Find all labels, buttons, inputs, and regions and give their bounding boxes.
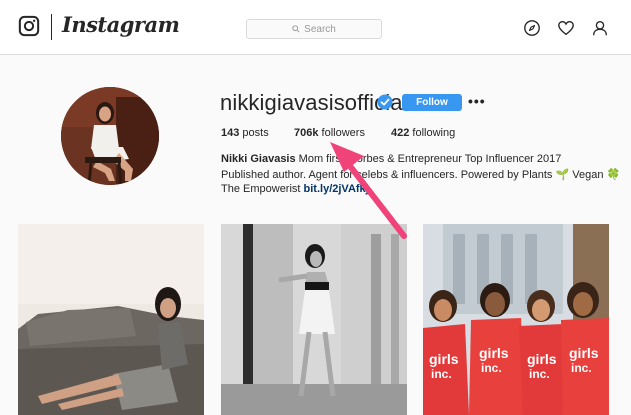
following-count: 422	[391, 127, 410, 139]
heart-icon[interactable]	[557, 19, 575, 37]
bio-line-3-text: The Empowerist	[221, 183, 304, 195]
post-thumbnail-3[interactable]: girls inc. girls inc. girls inc. girls i…	[423, 224, 609, 415]
instagram-glyph-icon[interactable]	[18, 15, 40, 37]
woman-black-white-photo	[221, 224, 407, 415]
girls-inc-group-photo: girls inc. girls inc. girls inc. girls i…	[423, 224, 609, 415]
svg-text:inc.: inc.	[571, 361, 592, 375]
followers-count: 706k	[294, 127, 319, 139]
svg-text:inc.: inc.	[481, 361, 502, 375]
svg-text:inc.: inc.	[529, 367, 550, 381]
bio-line-1-text: Mom first. Forbes & Entrepreneur Top Inf…	[295, 153, 562, 165]
bio-name: Nikki Giavasis	[221, 153, 296, 165]
following-label: following	[412, 127, 456, 139]
followers-label: followers	[321, 127, 365, 139]
user-icon[interactable]	[591, 19, 609, 37]
bio-line-2: Published author. Agent for celebs & inf…	[221, 169, 621, 181]
avatar-photo	[61, 87, 159, 185]
woman-on-couch-photo	[18, 224, 204, 415]
verified-badge-icon	[377, 94, 393, 110]
svg-text:girls: girls	[569, 345, 599, 361]
svg-text:girls: girls	[527, 351, 557, 367]
posts-stat[interactable]: 143 posts	[221, 127, 269, 139]
followers-stat[interactable]: 706k followers	[294, 127, 365, 139]
follow-button[interactable]: Follow	[402, 94, 462, 111]
posts-count: 143	[221, 127, 240, 139]
search-input[interactable]: Search	[246, 19, 382, 39]
top-navigation-bar: Instagram Search	[0, 0, 631, 55]
more-options-icon[interactable]: •••	[468, 93, 486, 109]
bio-line-3: The Empowerist bit.ly/2jVAfkj	[221, 183, 369, 195]
post-thumbnail-2[interactable]	[221, 224, 407, 415]
post-thumbnail-1[interactable]	[18, 224, 204, 415]
svg-text:inc.: inc.	[431, 367, 452, 381]
instagram-wordmark[interactable]: Instagram	[62, 12, 180, 37]
svg-text:girls: girls	[479, 345, 509, 361]
bio-line-1: Nikki Giavasis Mom first. Forbes & Entre…	[221, 153, 561, 165]
search-placeholder: Search	[304, 23, 336, 35]
search-icon	[292, 25, 300, 33]
bio-link[interactable]: bit.ly/2jVAfkj	[304, 183, 369, 195]
profile-avatar[interactable]	[61, 87, 159, 185]
compass-icon[interactable]	[523, 19, 541, 37]
brand-divider	[51, 14, 52, 40]
following-stat[interactable]: 422 following	[391, 127, 455, 139]
posts-label: posts	[242, 127, 269, 139]
svg-text:girls: girls	[429, 351, 459, 367]
